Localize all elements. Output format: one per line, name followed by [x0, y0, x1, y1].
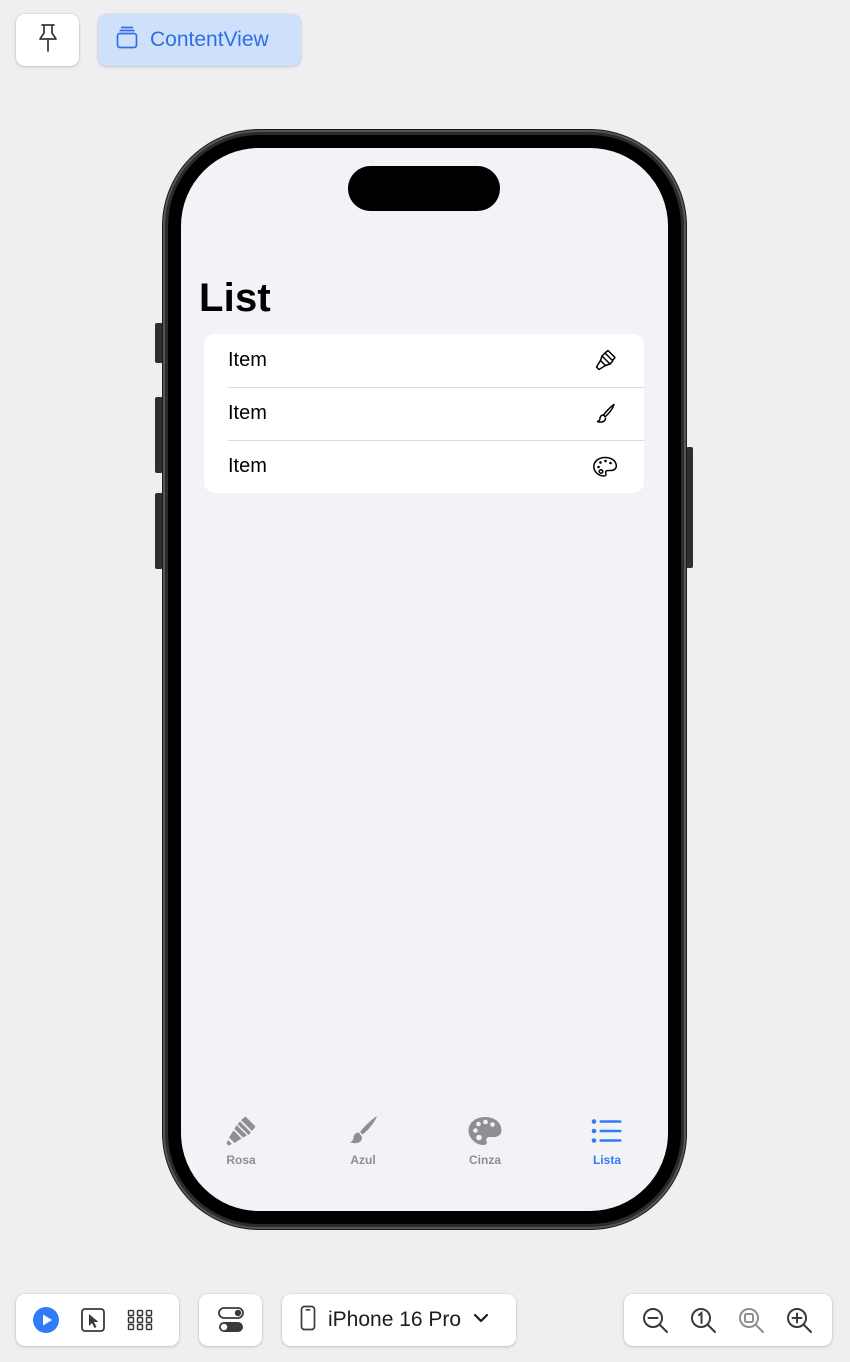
- tab-azul[interactable]: Azul: [313, 1114, 413, 1174]
- action-button: [155, 323, 163, 363]
- device-name: iPhone 16 Pro: [328, 1308, 462, 1331]
- zoom-actual-size-icon[interactable]: [688, 1305, 718, 1335]
- list-item[interactable]: Item: [204, 334, 644, 387]
- content-view-label: ContentView: [150, 28, 269, 51]
- paintbrush-pointed-fill-icon: [223, 1114, 259, 1148]
- list-item[interactable]: Item: [204, 387, 644, 440]
- list: Item Item Item: [204, 334, 644, 493]
- tab-label: Lista: [592, 1153, 621, 1167]
- tab-rosa[interactable]: Rosa: [191, 1114, 291, 1174]
- volume-down-button: [155, 493, 163, 569]
- list-bullet-icon: [589, 1114, 625, 1148]
- tab-lista[interactable]: Lista: [557, 1114, 657, 1174]
- pin-preview-button[interactable]: [16, 14, 79, 66]
- stacked-window-icon: [115, 25, 139, 55]
- device-selector[interactable]: iPhone 16 Pro: [282, 1294, 516, 1346]
- live-play-icon[interactable]: [31, 1305, 61, 1335]
- paintbrush-icon: [592, 401, 618, 427]
- device-screen: List Item Item Item Rosa Azul Cinza List…: [181, 148, 668, 1211]
- dynamic-island: [348, 166, 500, 211]
- tab-label: Cinza: [468, 1153, 501, 1167]
- tab-label: Rosa: [226, 1153, 256, 1167]
- paintpalette-icon: [592, 454, 618, 480]
- tab-cinza[interactable]: Cinza: [435, 1114, 535, 1174]
- list-item-label: Item: [228, 402, 267, 424]
- device-settings-button[interactable]: [199, 1294, 262, 1346]
- tab-bar: Rosa Azul Cinza Lista: [181, 1108, 668, 1178]
- paintbrush-fill-icon: [345, 1114, 381, 1148]
- tab-label: Azul: [350, 1153, 376, 1167]
- paintpalette-fill-icon: [467, 1114, 503, 1148]
- volume-up-button: [155, 397, 163, 473]
- list-item-label: Item: [228, 455, 267, 477]
- side-power-button: [686, 447, 693, 568]
- device-settings-toggle-icon: [216, 1305, 246, 1335]
- xcode-preview-canvas: ContentView List Item Item Item Rosa Azu…: [0, 0, 850, 1362]
- zoom-out-icon[interactable]: [640, 1305, 670, 1335]
- preview-mode-group: [16, 1294, 179, 1346]
- navigation-title: List: [199, 276, 271, 320]
- zoom-to-fit-icon[interactable]: [736, 1305, 766, 1335]
- selectable-pointer-icon[interactable]: [78, 1305, 108, 1335]
- iphone-icon: [300, 1305, 316, 1336]
- paintbrush-pointed-icon: [592, 348, 618, 374]
- list-item-label: Item: [228, 349, 267, 371]
- pin-icon: [36, 23, 60, 58]
- zoom-controls: [624, 1294, 832, 1346]
- list-item[interactable]: Item: [204, 440, 644, 493]
- zoom-in-icon[interactable]: [784, 1305, 814, 1335]
- variants-grid-icon[interactable]: [125, 1305, 155, 1335]
- content-view-preview-button[interactable]: ContentView: [98, 14, 301, 66]
- chevron-down-icon: [473, 1311, 489, 1329]
